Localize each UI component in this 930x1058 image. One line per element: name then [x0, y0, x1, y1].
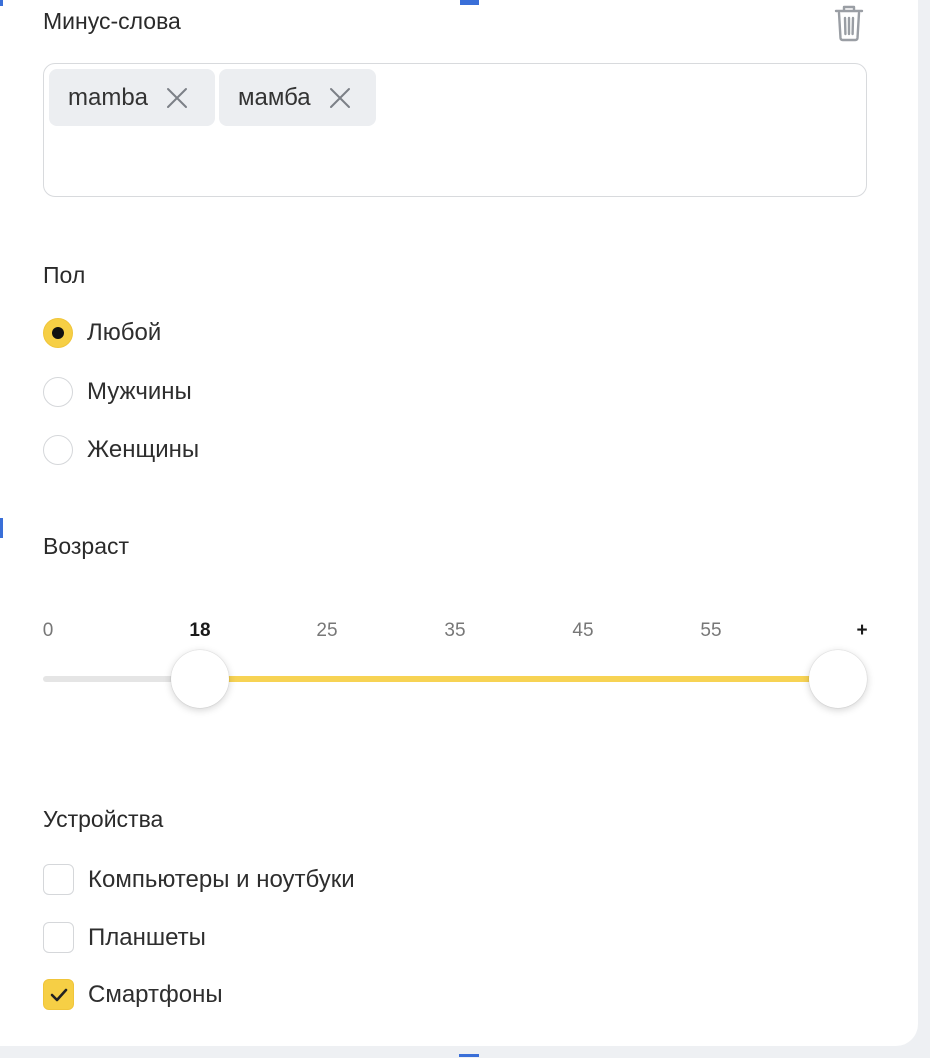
trash-icon[interactable]	[832, 4, 866, 42]
device-option-smartphones[interactable]: Смартфоны	[43, 979, 223, 1010]
age-slider-range	[200, 676, 838, 682]
checkbox-checked[interactable]	[43, 979, 74, 1010]
close-icon[interactable]	[165, 86, 189, 110]
age-scale-label: 0	[42, 620, 54, 641]
age-scale-label: 25	[316, 620, 338, 641]
device-option-label: Компьютеры и ноутбуки	[88, 865, 355, 893]
gender-title: Пол	[43, 262, 86, 288]
minus-words-field[interactable]: mamba мамба	[43, 63, 867, 197]
age-slider-thumb-from[interactable]	[171, 650, 229, 708]
gender-option-men[interactable]: Мужчины	[43, 377, 192, 407]
devices-title: Устройства	[43, 806, 164, 832]
gender-option-women[interactable]: Женщины	[43, 435, 199, 465]
tag-text: мамба	[238, 83, 311, 111]
tag-text: mamba	[68, 83, 149, 111]
checkbox[interactable]	[43, 864, 74, 895]
radio-button[interactable]	[43, 377, 73, 407]
gender-option-label: Женщины	[87, 436, 200, 463]
device-option-label: Планшеты	[88, 923, 206, 951]
check-icon	[50, 988, 67, 1001]
age-scale-label: +	[856, 620, 868, 641]
age-scale-label: 45	[572, 620, 594, 641]
radio-button[interactable]	[43, 435, 73, 465]
close-icon[interactable]	[328, 86, 352, 110]
device-option-label: Смартфоны	[88, 980, 223, 1008]
selection-handle-top	[460, 0, 479, 5]
targeting-panel: Минус-слова mamba мамба Пол Любой Мужчин…	[0, 0, 918, 1057]
gender-option-any[interactable]: Любой	[43, 318, 161, 348]
age-title: Возраст	[43, 533, 130, 559]
device-option-computers[interactable]: Компьютеры и ноутбуки	[43, 864, 355, 895]
device-option-tablets[interactable]: Планшеты	[43, 922, 206, 953]
selection-handle-left	[0, 518, 3, 538]
checkbox[interactable]	[43, 922, 74, 953]
gender-option-label: Мужчины	[87, 378, 192, 405]
selection-handle-left-top	[0, 0, 3, 6]
tag-chip: mamba	[49, 69, 215, 126]
radio-dot	[52, 327, 64, 339]
gender-option-label: Любой	[87, 319, 162, 346]
age-slider-thumb-to[interactable]	[809, 650, 867, 708]
radio-selected[interactable]	[43, 318, 73, 348]
age-scale-label: 55	[700, 620, 722, 641]
age-scale-label: 18	[189, 620, 211, 641]
age-scale-label: 35	[444, 620, 466, 641]
selection-handle-bottom	[459, 1054, 479, 1057]
tag-chip: мамба	[219, 69, 376, 126]
minus-words-title: Минус-слова	[43, 8, 181, 34]
